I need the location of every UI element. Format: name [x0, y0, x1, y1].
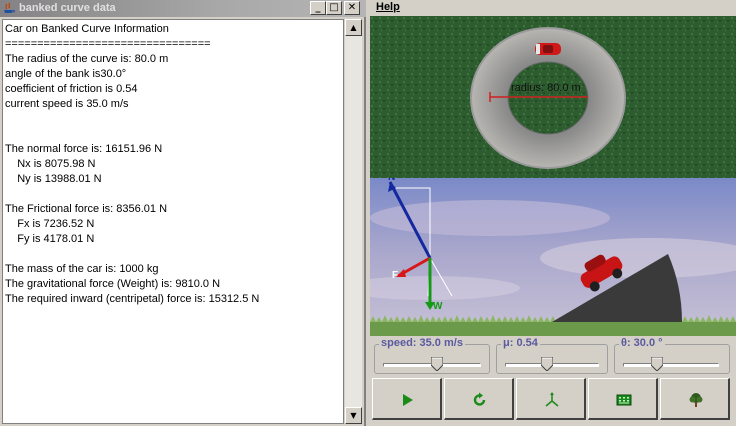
text-line: ================================	[5, 38, 211, 50]
speed-slider-label: speed: 35.0 m/s	[379, 337, 465, 349]
menu-bar: Help	[370, 0, 736, 16]
text-line	[5, 112, 341, 127]
friction-force-label: F	[392, 270, 398, 281]
car-top-icon	[535, 43, 561, 55]
tree-icon	[689, 393, 703, 407]
play-icon	[403, 394, 413, 406]
calculator-icon	[616, 394, 632, 406]
text-line: current speed is 35.0 m/s	[5, 98, 129, 110]
mu-slider-thumb[interactable]	[541, 357, 554, 371]
data-window: banked curve data _ □ ✕ Car on Banked Cu…	[0, 0, 366, 426]
mu-slider-label: μ: 0.54	[501, 337, 540, 349]
normal-force-label: N	[388, 178, 395, 183]
tree-button[interactable]	[660, 378, 730, 420]
text-line: coefficient of friction is 0.54	[5, 83, 138, 95]
java-app-icon	[4, 2, 15, 13]
text-line: Fy is 4178.01 N	[5, 233, 95, 245]
speed-slider-group: speed: 35.0 m/s	[374, 337, 490, 374]
theta-slider-track[interactable]	[623, 363, 719, 367]
slider-panel: speed: 35.0 m/s μ: 0.54 θ: 30.0 °	[370, 336, 736, 376]
top-view-canvas	[370, 16, 736, 178]
vectors-button[interactable]	[516, 378, 586, 420]
text-line: The required inward (centripetal) force …	[5, 293, 260, 305]
theta-slider-group: θ: 30.0 °	[614, 337, 730, 374]
scroll-down-arrow-icon[interactable]: ▼	[345, 407, 362, 424]
control-toolbar	[370, 378, 736, 424]
maximize-button[interactable]: □	[326, 1, 342, 15]
minimize-button[interactable]: _	[310, 1, 326, 15]
window-titlebar[interactable]: banked curve data _ □ ✕	[0, 0, 366, 17]
text-line	[5, 127, 341, 142]
speed-slider-thumb[interactable]	[430, 357, 443, 371]
text-line: The radius of the curve is: 80.0 m	[5, 53, 169, 65]
mu-slider-group: μ: 0.54	[496, 337, 608, 374]
ground-grass	[370, 322, 736, 336]
window-title: banked curve data	[19, 2, 116, 14]
vertical-scrollbar[interactable]: ▲ ▼	[345, 19, 362, 424]
close-button[interactable]: ✕	[344, 1, 360, 15]
reset-icon	[473, 392, 486, 406]
text-line: Fx is 7236.52 N	[5, 218, 95, 230]
weight-label: W	[433, 301, 443, 312]
calculator-button[interactable]	[588, 378, 658, 420]
reset-button[interactable]	[444, 378, 514, 420]
text-line	[5, 187, 341, 202]
vectors-icon	[545, 392, 559, 407]
text-line: Car on Banked Curve Information	[5, 23, 169, 35]
side-view-canvas: N F W	[370, 178, 736, 336]
text-line: The normal force is: 16151.96 N	[5, 143, 163, 155]
text-line: The Frictional force is: 8356.01 N	[5, 203, 168, 215]
theta-slider-label: θ: 30.0 °	[619, 337, 665, 349]
text-line: Ny is 13988.01 N	[5, 173, 102, 185]
text-line: The gravitational force (Weight) is: 981…	[5, 278, 221, 290]
play-button[interactable]	[372, 378, 442, 420]
theta-slider-thumb[interactable]	[650, 357, 663, 371]
data-text-area[interactable]: Car on Banked Curve Information ========…	[2, 19, 344, 424]
radius-label: radius: 80.0 m	[511, 82, 581, 94]
text-line: The mass of the car is: 1000 kg	[5, 263, 159, 275]
text-line: Nx is 8075.98 N	[5, 158, 96, 170]
scroll-up-arrow-icon[interactable]: ▲	[345, 19, 362, 36]
track-inner-grass	[507, 61, 589, 135]
text-line	[5, 247, 341, 262]
help-menu[interactable]: Help	[376, 1, 400, 13]
text-line: angle of the bank is30.0°	[5, 68, 127, 80]
